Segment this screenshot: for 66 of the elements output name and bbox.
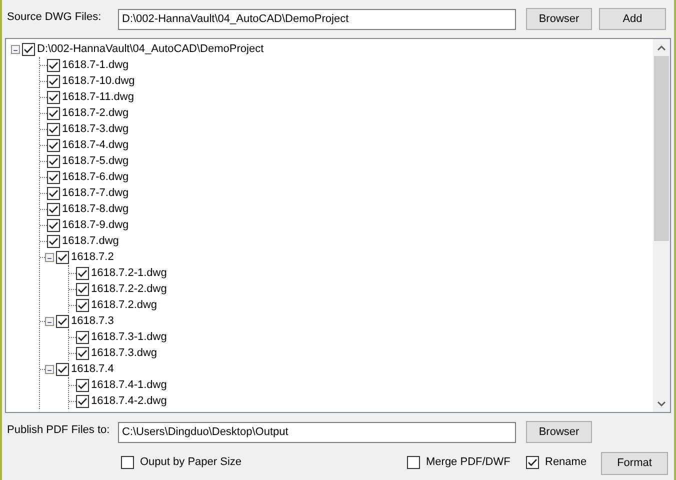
checkbox-label[interactable]: Merge PDF/DWF bbox=[420, 456, 510, 468]
checkbox[interactable] bbox=[76, 330, 89, 344]
file-label[interactable]: 1618.7.3.dwg bbox=[89, 345, 158, 361]
field-label: Source DWG Files: bbox=[6, 11, 102, 23]
checkbox[interactable] bbox=[76, 346, 89, 360]
add-button[interactable]: Add bbox=[599, 8, 666, 30]
collapse-icon[interactable] bbox=[45, 252, 54, 262]
checkbox[interactable] bbox=[47, 202, 60, 216]
checkbox[interactable] bbox=[407, 456, 420, 468]
scrollbar-thumb[interactable] bbox=[654, 56, 669, 241]
file-label[interactable]: 1618.7.4-2.dwg bbox=[89, 393, 167, 409]
file-label[interactable]: 1618.7-10.dwg bbox=[60, 73, 135, 89]
checkbox[interactable] bbox=[76, 378, 89, 392]
checkbox-label[interactable]: Ouput by Paper Size bbox=[134, 456, 242, 468]
folder-label[interactable]: D:\002-HannaVault\04_AutoCAD\DemoProject bbox=[35, 41, 264, 57]
checkbox[interactable] bbox=[47, 74, 60, 88]
checkbox[interactable] bbox=[47, 186, 60, 200]
scrollbar[interactable] bbox=[653, 39, 670, 412]
path-field[interactable]: C:\Users\Dingduo\Desktop\Output bbox=[118, 422, 516, 442]
file-label[interactable]: 1618.7.2.dwg bbox=[89, 297, 158, 313]
file-label[interactable]: 1618.7.4-1.dwg bbox=[89, 377, 167, 393]
file-label[interactable]: 1618.7-5.dwg bbox=[60, 153, 129, 169]
checkbox[interactable] bbox=[47, 170, 60, 184]
file-label[interactable]: 1618.7.3-1.dwg bbox=[89, 329, 167, 345]
checkbox[interactable] bbox=[76, 282, 89, 296]
file-label[interactable]: 1618.7.2-1.dwg bbox=[89, 265, 167, 281]
file-label[interactable]: 1618.7-11.dwg bbox=[60, 89, 134, 105]
checkbox[interactable] bbox=[47, 218, 60, 232]
checkbox[interactable] bbox=[76, 298, 89, 312]
checkbox[interactable] bbox=[56, 314, 69, 328]
path-field[interactable]: D:\002-HannaVault\04_AutoCAD\DemoProject bbox=[118, 8, 516, 30]
file-label[interactable]: 1618.7-6.dwg bbox=[60, 169, 129, 185]
checkbox[interactable] bbox=[47, 106, 60, 120]
file-label[interactable]: 1618.7-3.dwg bbox=[60, 121, 129, 137]
checkbox[interactable] bbox=[22, 42, 35, 56]
checkbox[interactable] bbox=[121, 456, 134, 468]
checkbox[interactable] bbox=[47, 58, 60, 72]
checkbox[interactable] bbox=[47, 90, 60, 104]
file-label[interactable]: 1618.7-8.dwg bbox=[60, 201, 129, 217]
file-label[interactable]: 1618.7.dwg bbox=[60, 233, 119, 249]
checkbox[interactable] bbox=[76, 266, 89, 280]
folder-label[interactable]: 1618.7.2 bbox=[69, 249, 114, 265]
folder-label[interactable]: 1618.7.4 bbox=[69, 361, 114, 377]
checkbox-label[interactable]: Rename bbox=[539, 456, 587, 468]
collapse-icon[interactable] bbox=[45, 316, 54, 326]
checkbox[interactable] bbox=[47, 234, 60, 248]
format-button[interactable]: Format bbox=[601, 452, 668, 474]
file-label[interactable]: 1618.7-7.dwg bbox=[60, 185, 129, 201]
checkbox[interactable] bbox=[56, 250, 69, 264]
file-label[interactable]: 1618.7-2.dwg bbox=[60, 105, 129, 121]
file-label[interactable]: 1618.7-4.dwg bbox=[60, 137, 129, 153]
file-label[interactable]: 1618.7.2-2.dwg bbox=[89, 281, 167, 297]
checkbox[interactable] bbox=[76, 394, 89, 408]
checkbox[interactable] bbox=[526, 456, 539, 468]
checkbox[interactable] bbox=[47, 138, 60, 152]
collapse-icon[interactable] bbox=[45, 364, 54, 374]
checkbox[interactable] bbox=[47, 122, 60, 136]
browse-button[interactable]: Browser bbox=[526, 8, 592, 30]
file-label[interactable]: 1618.7-1.dwg bbox=[60, 57, 129, 73]
collapse-icon[interactable] bbox=[11, 44, 20, 54]
file-label[interactable]: 1618.7-9.dwg bbox=[60, 217, 129, 233]
field-label: Publish PDF Files to: bbox=[6, 424, 111, 436]
checkbox[interactable] bbox=[56, 362, 69, 376]
folder-label[interactable]: 1618.7.3 bbox=[69, 313, 114, 329]
checkbox[interactable] bbox=[47, 154, 60, 168]
browse-button[interactable]: Browser bbox=[526, 421, 592, 443]
